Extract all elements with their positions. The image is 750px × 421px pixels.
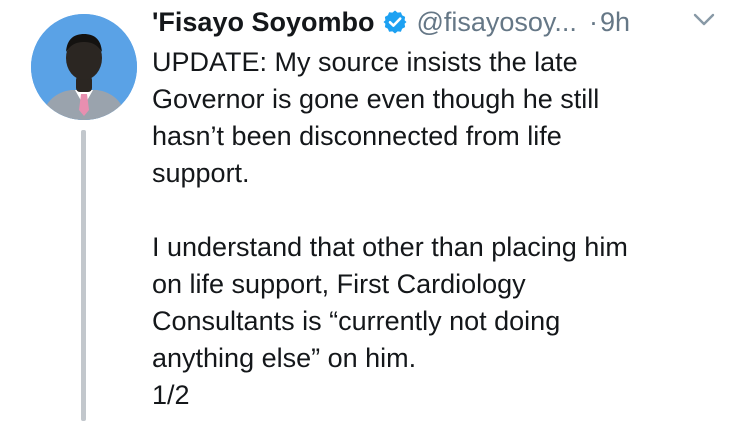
tweet[interactable]: 'Fisayo Soyombo @fisayosoy... · 9h UPDAT…: [0, 0, 750, 421]
tweet-text: UPDATE: My source insists the late Gover…: [152, 44, 732, 414]
header-separator: ·: [588, 6, 598, 37]
tweet-text-line: UPDATE: My source insists the late: [152, 47, 578, 77]
tweet-text-line: on life support, First Cardiology: [152, 269, 526, 299]
tweet-text-line: I understand that other than placing him: [152, 232, 628, 262]
avatar[interactable]: [31, 14, 137, 120]
tweet-text-line: hasn’t been disconnected from life: [152, 121, 562, 151]
tweet-paragraph: I understand that other than placing him…: [152, 229, 732, 414]
tweet-paragraph: UPDATE: My source insists the late Gover…: [152, 44, 732, 192]
tweet-text-line: Governor is gone even though he still: [152, 84, 600, 114]
tweet-text-line: support.: [152, 158, 250, 188]
thread-connector-line: [81, 130, 86, 421]
thread-counter: 1/2: [152, 380, 190, 410]
tweet-header: 'Fisayo Soyombo @fisayosoy... · 9h: [152, 2, 742, 42]
tweet-text-line: anything else” on him.: [152, 343, 417, 373]
author-handle[interactable]: @fisayosoy...: [416, 7, 576, 38]
avatar-photo: [31, 14, 137, 120]
tweet-text-line: Consultants is “currently not doing: [152, 306, 561, 336]
tweet-timestamp[interactable]: 9h: [600, 7, 630, 38]
author-display-name[interactable]: 'Fisayo Soyombo: [152, 7, 374, 38]
verified-badge-icon: [382, 9, 408, 35]
chevron-down-icon[interactable]: [693, 12, 715, 28]
